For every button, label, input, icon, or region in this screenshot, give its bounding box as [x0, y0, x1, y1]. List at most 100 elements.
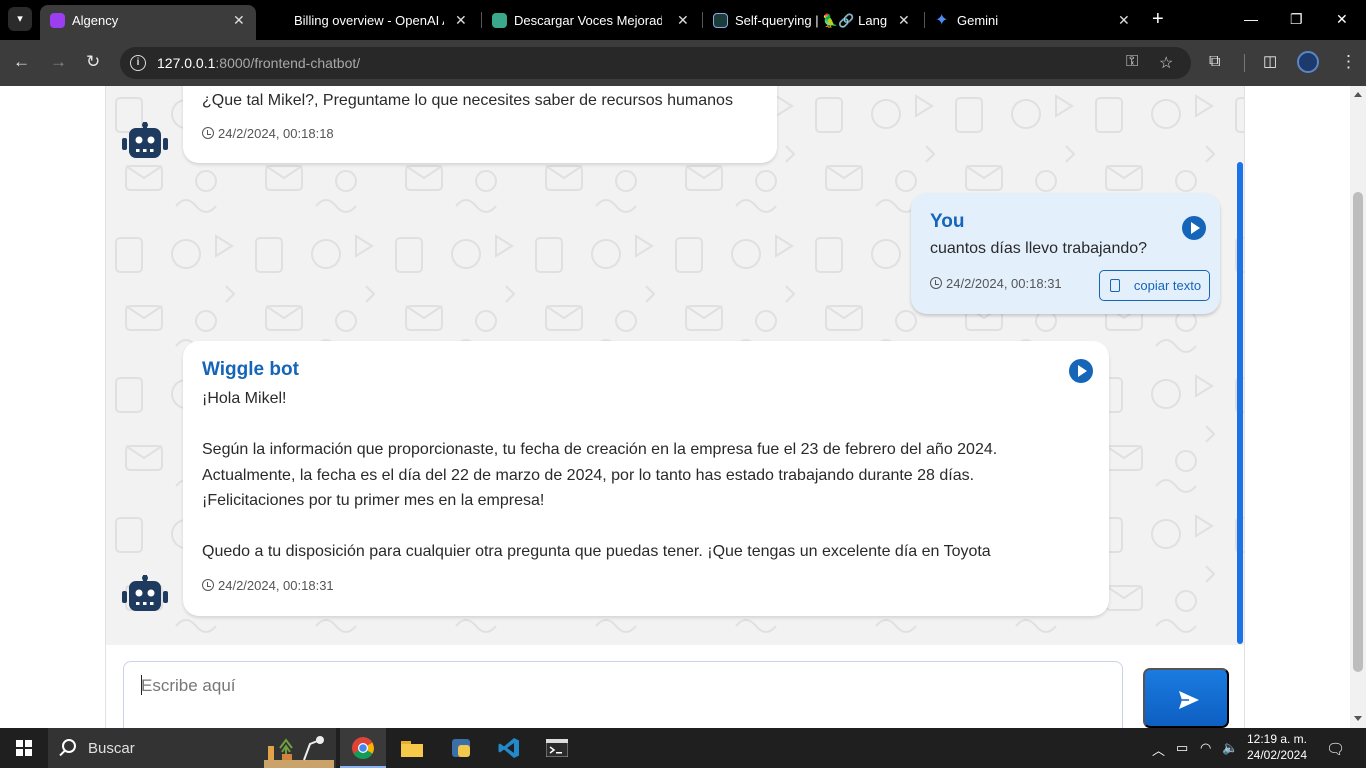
bookmark-star-icon[interactable]: ☆ [1159, 53, 1173, 73]
address-bar[interactable]: i 127.0.0.1:8000/frontend-chatbot/ ⚿ ☆ [120, 47, 1191, 79]
copy-text-button[interactable]: copiar texto [1099, 270, 1210, 301]
window-close-icon[interactable]: ✕ [1336, 11, 1348, 28]
windows-start-icon[interactable] [16, 740, 32, 756]
taskbar-terminal-app[interactable] [534, 728, 580, 768]
close-tab-icon[interactable]: ✕ [233, 5, 245, 36]
extensions-puzzle-icon[interactable]: ⧉ [1209, 52, 1220, 72]
menu-kebab-icon[interactable]: ⋮ [1340, 52, 1357, 72]
chrome-icon [352, 737, 374, 759]
copy-button-label: copiar texto [1133, 278, 1202, 293]
robot-avatar-icon [122, 575, 168, 611]
chat-scrollbar[interactable] [1237, 162, 1243, 644]
taskbar-python-app[interactable] [438, 728, 484, 768]
taskbar-file-explorer-app[interactable] [388, 728, 434, 768]
timestamp-text: 24/2/2024, 00:18:31 [946, 276, 1062, 291]
send-button[interactable] [1143, 668, 1229, 728]
taskbar-clock[interactable]: 12:19 a. m. 24/02/2024 [1240, 731, 1314, 763]
tray-chevron-up-icon[interactable]: ︿ [1152, 740, 1165, 759]
chat-message-input[interactable] [123, 661, 1123, 728]
taskbar-search-box[interactable]: Buscar [48, 728, 336, 768]
search-placeholder: Buscar [88, 740, 135, 757]
volume-icon[interactable]: 🔈 [1222, 740, 1238, 756]
close-tab-icon[interactable]: ✕ [677, 5, 689, 36]
restore-icon[interactable]: ❐ [1290, 11, 1303, 28]
gemini-sparkle-icon: ✦ [935, 12, 949, 29]
forward-arrow-icon[interactable]: → [50, 52, 67, 72]
page-scrollbar[interactable] [1350, 86, 1366, 728]
clock-time: 12:19 a. m. [1246, 732, 1308, 746]
text-caret [141, 675, 142, 695]
message-line: Quedo a tu disposición para cualquier ot… [202, 543, 991, 560]
close-tab-icon[interactable]: ✕ [898, 5, 910, 36]
alarm-clock-icon [202, 579, 214, 591]
message-line [202, 514, 997, 540]
profile-avatar[interactable] [1297, 51, 1319, 73]
robot-avatar-icon [122, 122, 168, 158]
message-line: ¡Hola Mikel! [202, 390, 287, 407]
url-text[interactable]: 127.0.0.1:8000/frontend-chatbot/ [157, 55, 360, 71]
password-key-icon[interactable]: ⚿ [1126, 53, 1138, 71]
scroll-up-arrow-icon[interactable] [1354, 92, 1362, 97]
play-audio-icon[interactable] [1069, 359, 1093, 383]
tab-gemini[interactable]: ✦ Gemini ✕ [925, 5, 1141, 36]
wifi-icon[interactable]: ◠ [1200, 740, 1211, 756]
sender-name: Wiggle bot [202, 359, 299, 380]
toolbar-divider [1244, 54, 1245, 72]
vscode-icon [498, 738, 519, 758]
tab-billing-overview[interactable]: Billing overview - OpenAI API ✕ [262, 5, 478, 36]
terminal-icon [546, 739, 568, 757]
taskbar-vscode-app[interactable] [486, 728, 532, 768]
message-text: cuantos días llevo trabajando? [930, 240, 1148, 257]
clipboard-icon [1110, 279, 1120, 292]
message-line: Actualmente, la fecha es el día del 22 d… [202, 466, 975, 484]
folder-icon [401, 741, 423, 757]
message-timestamp: 24/2/2024, 00:18:31 [930, 276, 1062, 291]
message-line [202, 412, 997, 438]
chat-panel: ¿Que tal Mikel?, Preguntame lo que neces… [105, 86, 1245, 728]
url-host: 127.0.0.1 [157, 55, 216, 71]
notifications-icon[interactable]: 🗨 [1326, 740, 1345, 758]
new-tab-plus-icon[interactable]: + [1152, 9, 1164, 29]
close-tab-icon[interactable]: ✕ [455, 5, 467, 36]
search-highlight-illustration-icon [264, 736, 334, 768]
tab-algency[interactable]: Algency ✕ [40, 5, 256, 40]
langchain-favicon-icon [713, 13, 728, 28]
user-message-bubble: You cuantos días llevo trabajando? 24/2/… [911, 193, 1220, 314]
site-info-icon[interactable]: i [130, 55, 146, 71]
tab-search-chevron-icon[interactable]: ▾ [8, 7, 32, 31]
timestamp-text: 24/2/2024, 00:18:18 [218, 126, 334, 141]
tab-title: Algency [72, 13, 119, 28]
send-paper-plane-icon [1179, 691, 1199, 709]
tab-title: Descargar Voces Mejoradas [514, 13, 662, 28]
scroll-down-arrow-icon[interactable] [1354, 716, 1362, 721]
tab-title: Gemini [957, 13, 999, 28]
browser-toolbar: ← → ↻ i 127.0.0.1:8000/frontend-chatbot/… [0, 40, 1366, 86]
battery-icon[interactable]: ▭ [1176, 740, 1188, 756]
tab-title: Self-querying | 🦜🔗 Langchain [735, 13, 887, 28]
close-tab-icon[interactable]: ✕ [1118, 5, 1130, 36]
message-timestamp: 24/2/2024, 00:18:18 [202, 126, 334, 141]
tab-self-querying[interactable]: Self-querying | 🦜🔗 Langchain ✕ [703, 5, 921, 36]
message-line: ¡Felicitaciones por tu primer mes en la … [202, 492, 545, 509]
timestamp-text: 24/2/2024, 00:18:31 [218, 578, 334, 593]
clock-date: 24/02/2024 [1246, 748, 1308, 762]
tab-descargar-voces[interactable]: Descargar Voces Mejoradas ✕ [482, 5, 700, 36]
windows-taskbar: Buscar ︿ ▭ ◠ 🔈 12:19 a. m. 24/02/2024 🗨 [0, 728, 1366, 768]
input-area [106, 645, 1244, 728]
bot-message-bubble: Wiggle bot ¡Hola Mikel! Según la informa… [183, 341, 1109, 616]
taskbar-chrome-app[interactable] [340, 728, 386, 768]
tab-title: Billing overview - OpenAI API [294, 13, 444, 28]
minimize-icon[interactable]: — [1244, 11, 1258, 27]
page-content: ¿Que tal Mikel?, Preguntame lo que neces… [0, 86, 1350, 728]
alarm-clock-icon [202, 127, 214, 139]
scrollbar-thumb[interactable] [1353, 192, 1363, 672]
play-audio-icon[interactable] [1182, 216, 1206, 240]
message-line: Según la información que proporcionaste,… [202, 441, 998, 458]
reload-icon[interactable]: ↻ [86, 52, 100, 72]
message-timestamp: 24/2/2024, 00:18:31 [202, 578, 334, 593]
python-icon [452, 739, 470, 757]
message-text-block: ¡Hola Mikel! Según la información que pr… [202, 386, 997, 565]
alarm-clock-icon [930, 277, 942, 289]
side-panel-icon[interactable]: ◫ [1263, 52, 1277, 72]
back-arrow-icon[interactable]: ← [13, 52, 30, 72]
